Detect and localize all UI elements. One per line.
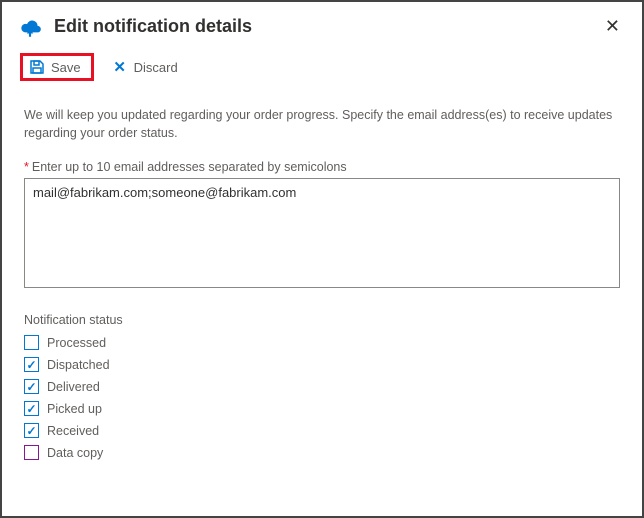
status-section-title: Notification status xyxy=(24,313,620,327)
toolbar: Save ✕ Discard xyxy=(2,49,642,89)
cloud-arrow-icon xyxy=(16,13,44,41)
status-checkbox-row[interactable]: Processed xyxy=(24,335,620,350)
save-icon xyxy=(29,59,45,75)
checkbox-icon: ✓ xyxy=(24,357,39,372)
discard-button[interactable]: ✕ Discard xyxy=(104,55,186,79)
checkbox-icon: ✓ xyxy=(24,401,39,416)
email-input[interactable] xyxy=(24,178,620,288)
checkbox-icon xyxy=(24,335,39,350)
close-button[interactable]: ✕ xyxy=(597,12,628,41)
discard-icon: ✕ xyxy=(112,59,128,75)
checkbox-icon: ✓ xyxy=(24,423,39,438)
checkbox-label: Dispatched xyxy=(47,358,110,372)
discard-label: Discard xyxy=(134,60,178,75)
panel-content: We will keep you updated regarding your … xyxy=(2,89,642,460)
checkbox-icon xyxy=(24,445,39,460)
required-indicator: * xyxy=(24,160,29,174)
save-button[interactable]: Save xyxy=(20,53,94,81)
email-field-label: *Enter up to 10 email addresses separate… xyxy=(24,160,620,174)
checkbox-icon: ✓ xyxy=(24,379,39,394)
panel-title: Edit notification details xyxy=(54,16,597,37)
description-text: We will keep you updated regarding your … xyxy=(24,107,620,142)
save-label: Save xyxy=(51,60,81,75)
status-checkbox-row[interactable]: Data copy xyxy=(24,445,620,460)
checkbox-label: Picked up xyxy=(47,402,102,416)
panel-header: Edit notification details ✕ xyxy=(2,2,642,49)
checkbox-label: Delivered xyxy=(47,380,100,394)
status-checkbox-row[interactable]: ✓ Dispatched xyxy=(24,357,620,372)
checkbox-label: Processed xyxy=(47,336,106,350)
status-checkbox-row[interactable]: ✓ Picked up xyxy=(24,401,620,416)
checkbox-label: Received xyxy=(47,424,99,438)
status-checklist: Processed ✓ Dispatched ✓ Delivered ✓ Picked up… xyxy=(24,335,620,460)
status-checkbox-row[interactable]: ✓ Delivered xyxy=(24,379,620,394)
status-checkbox-row[interactable]: ✓ Received xyxy=(24,423,620,438)
checkbox-label: Data copy xyxy=(47,446,103,460)
